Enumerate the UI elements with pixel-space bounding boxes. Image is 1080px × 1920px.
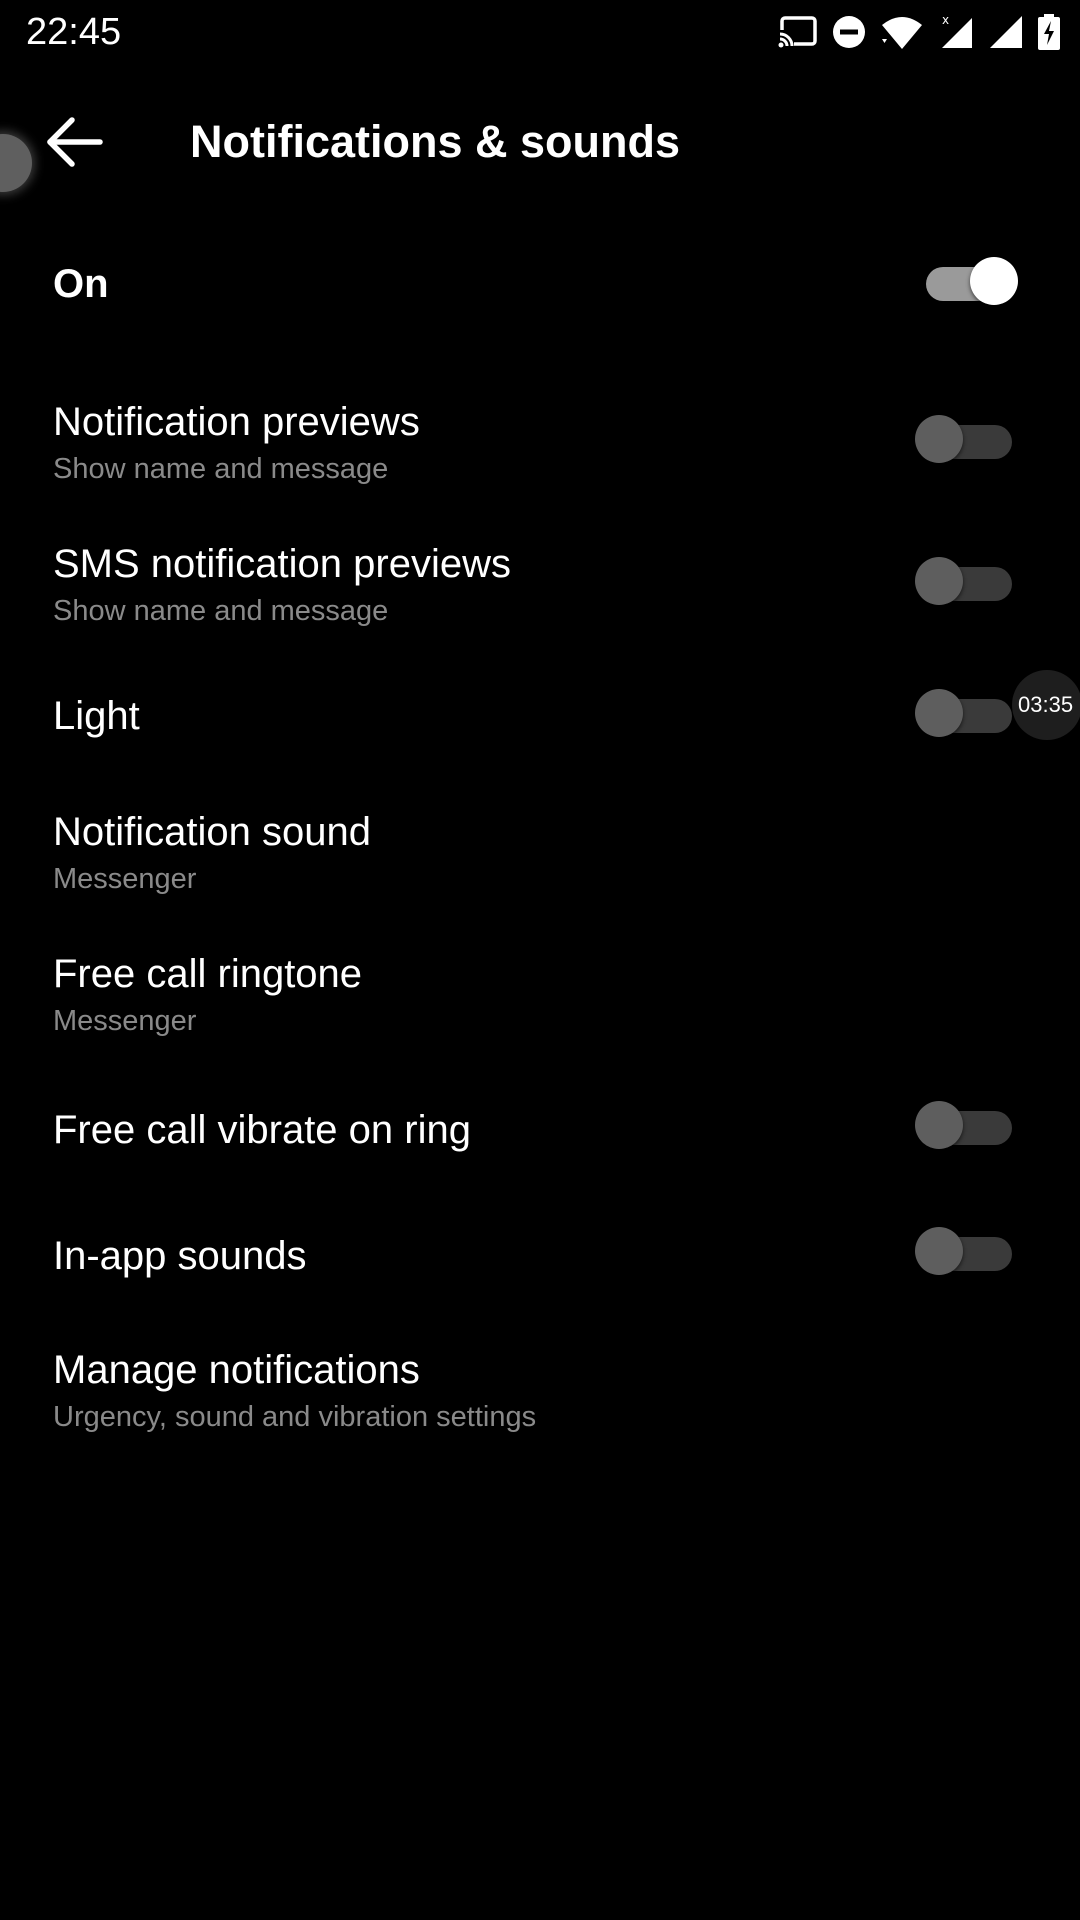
notification-previews-toggle[interactable] <box>912 414 1022 470</box>
wifi-icon <box>880 15 924 49</box>
timer-text: 03:35 <box>1018 692 1074 717</box>
free-call-vibrate-label: Free call vibrate on ring <box>53 1108 471 1152</box>
notification-previews-subtitle: Show name and message <box>53 453 389 485</box>
back-button[interactable] <box>30 100 118 188</box>
setting-row-manage-notifications[interactable]: Manage notifications Urgency, sound and … <box>0 1340 1080 1470</box>
notification-previews-label: Notification previews <box>53 400 420 444</box>
floating-chat-head[interactable] <box>0 134 32 192</box>
setting-on-toggle[interactable] <box>912 256 1022 312</box>
toggle-thumb <box>915 1101 963 1149</box>
setting-row-sms-notification-previews[interactable]: SMS notification previews Show name and … <box>0 534 1080 664</box>
free-call-vibrate-toggle[interactable] <box>912 1100 1022 1156</box>
do-not-disturb-icon <box>832 15 866 49</box>
svg-text:x: x <box>942 14 949 27</box>
sms-notification-previews-subtitle: Show name and message <box>53 595 389 627</box>
setting-row-light[interactable]: Light <box>0 686 1080 786</box>
toggle-thumb <box>915 557 963 605</box>
free-call-ringtone-label: Free call ringtone <box>53 952 363 996</box>
toggle-thumb <box>915 689 963 737</box>
sms-notification-previews-toggle[interactable] <box>912 556 1022 612</box>
setting-row-free-call-ringtone[interactable]: Free call ringtone Messenger <box>0 944 1080 1074</box>
status-time: 22:45 <box>26 11 122 53</box>
sms-notification-previews-label: SMS notification previews <box>53 542 511 586</box>
setting-row-free-call-vibrate[interactable]: Free call vibrate on ring <box>0 1100 1080 1210</box>
light-label: Light <box>53 694 140 738</box>
free-call-ringtone-value: Messenger <box>53 1005 197 1037</box>
status-bar: 22:45 x <box>0 0 1080 64</box>
notification-sound-value: Messenger <box>53 863 197 895</box>
light-toggle[interactable] <box>912 688 1022 744</box>
toggle-thumb <box>915 1227 963 1275</box>
signal-icon: x <box>938 14 974 50</box>
setting-on-label: On <box>53 262 109 306</box>
signal-icon <box>988 14 1024 50</box>
in-app-sounds-label: In-app sounds <box>53 1234 307 1278</box>
app-bar: Notifications & sounds <box>0 64 1080 212</box>
arrow-left-icon <box>44 116 104 173</box>
setting-row-in-app-sounds[interactable]: In-app sounds <box>0 1226 1080 1336</box>
battery-charging-icon <box>1038 14 1060 50</box>
setting-row-notification-previews[interactable]: Notification previews Show name and mess… <box>0 392 1080 522</box>
toggle-thumb <box>915 415 963 463</box>
setting-row-on[interactable]: On <box>0 250 1080 380</box>
notification-sound-label: Notification sound <box>53 810 371 854</box>
in-app-sounds-toggle[interactable] <box>912 1226 1022 1282</box>
manage-notifications-subtitle: Urgency, sound and vibration settings <box>53 1401 537 1433</box>
cast-icon <box>778 16 818 48</box>
toggle-thumb <box>970 257 1018 305</box>
manage-notifications-label: Manage notifications <box>53 1348 420 1392</box>
floating-timer-bubble[interactable]: 03:35 <box>1012 670 1080 740</box>
page-title: Notifications & sounds <box>190 116 681 167</box>
status-icons: x <box>778 12 1060 52</box>
setting-row-notification-sound[interactable]: Notification sound Messenger <box>0 802 1080 932</box>
